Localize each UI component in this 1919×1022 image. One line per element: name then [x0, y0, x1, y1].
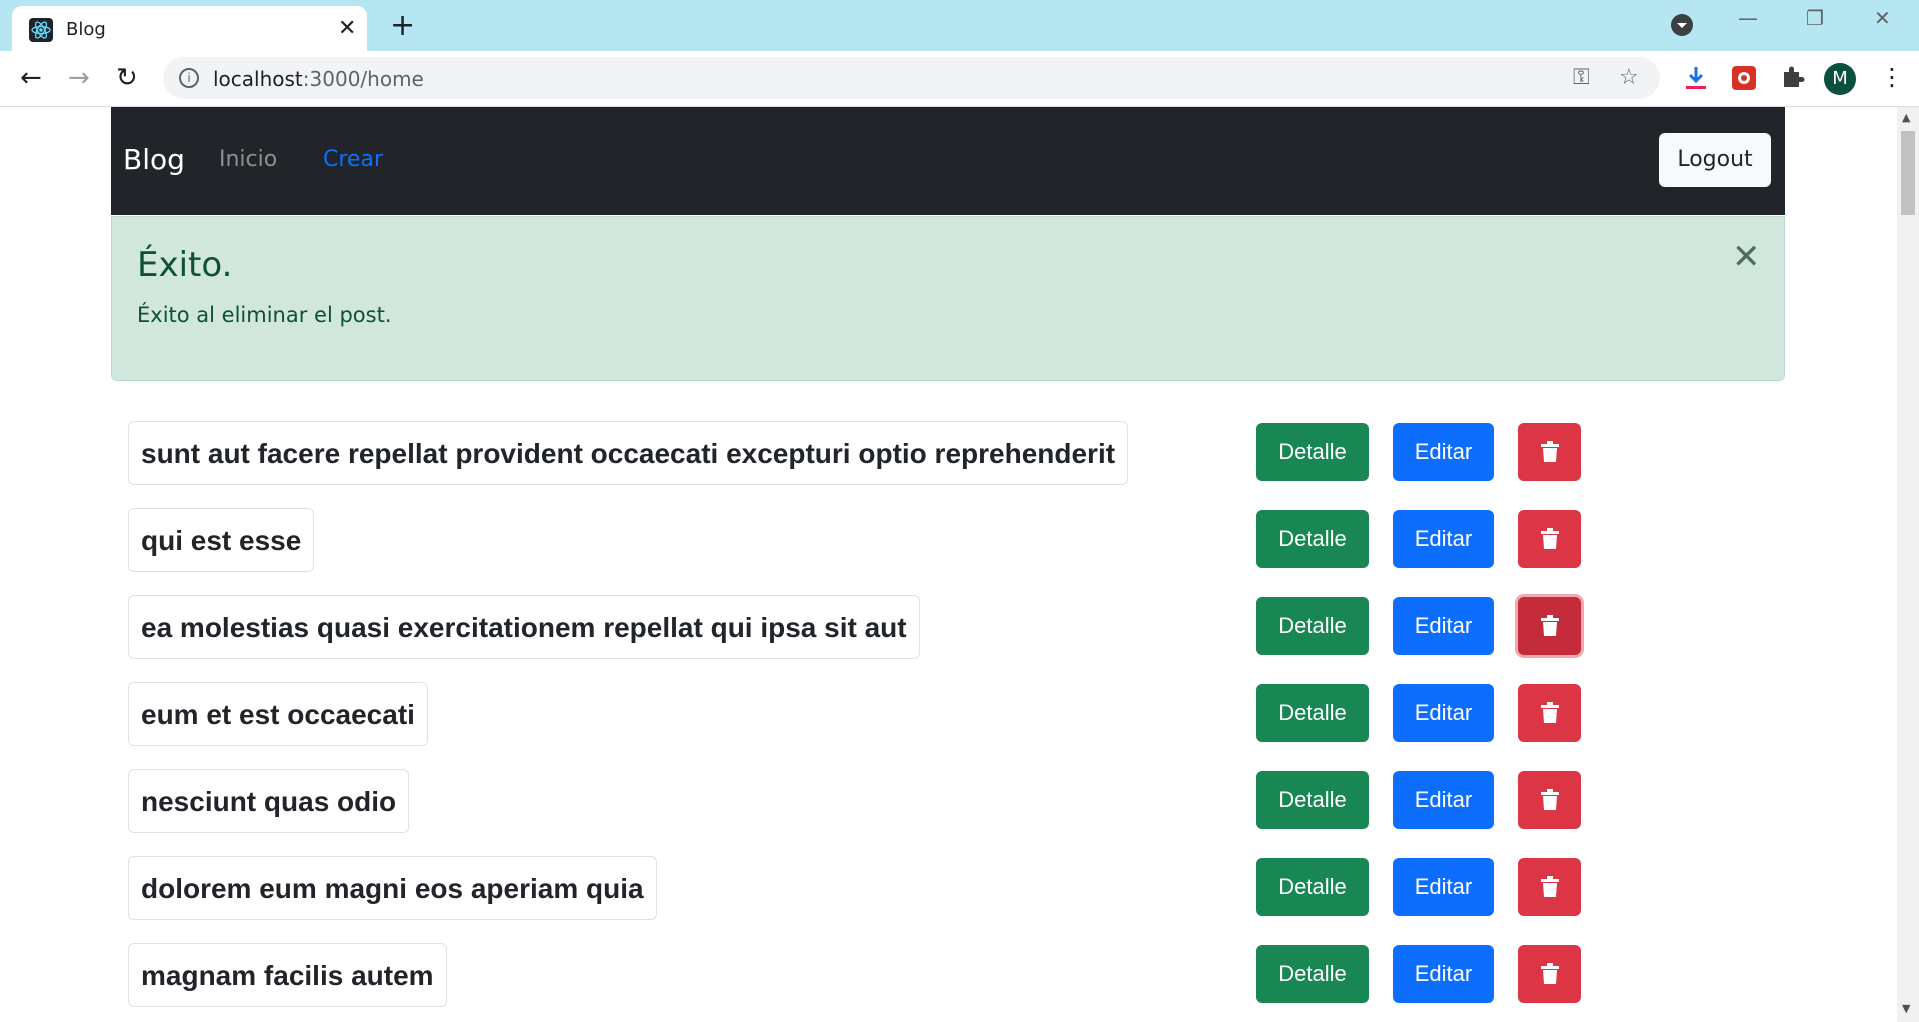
react-favicon-icon — [29, 18, 53, 42]
alert-message: Éxito al eliminar el post. — [137, 303, 392, 327]
edit-button[interactable]: Editar — [1393, 597, 1494, 655]
edit-button[interactable]: Editar — [1393, 858, 1494, 916]
address-bar[interactable]: i localhost:3000/home ⚿ ☆ — [163, 57, 1660, 99]
post-row: ea molestias quasi exercitationem repell… — [0, 595, 1897, 659]
detail-button[interactable]: Detalle — [1256, 597, 1369, 655]
page-viewport: Blog Inicio Crear Logout Éxito. Éxito al… — [0, 107, 1897, 1022]
back-icon[interactable]: ← — [20, 63, 42, 93]
trash-icon — [1541, 615, 1559, 636]
edit-button[interactable]: Editar — [1393, 423, 1494, 481]
edit-button[interactable]: Editar — [1393, 684, 1494, 742]
extensions-puzzle-icon[interactable] — [1778, 64, 1806, 92]
detail-button[interactable]: Detalle — [1256, 858, 1369, 916]
new-tab-button[interactable]: + — [390, 8, 415, 43]
browser-menu-icon[interactable]: ⋮ — [1880, 63, 1904, 91]
detail-button[interactable]: Detalle — [1256, 423, 1369, 481]
window-close-icon[interactable]: ✕ — [1874, 6, 1891, 30]
tab-title: Blog — [66, 19, 106, 40]
restore-icon[interactable]: ❐ — [1806, 6, 1824, 30]
detail-button[interactable]: Detalle — [1256, 684, 1369, 742]
delete-button[interactable] — [1518, 771, 1581, 829]
browser-toolbar: ← → ↻ i localhost:3000/home ⚿ ☆ M ⋮ — [0, 51, 1919, 107]
delete-button[interactable] — [1518, 945, 1581, 1003]
post-row: dolorem eum magni eos aperiam quia Detall… — [0, 856, 1897, 920]
forward-icon[interactable]: → — [68, 63, 90, 93]
post-row: sunt aut facere repellat provident occae… — [0, 421, 1897, 485]
browser-tab[interactable]: Blog ✕ — [12, 6, 367, 51]
post-title: eum et est occaecati — [128, 682, 428, 746]
download-icon[interactable] — [1682, 64, 1710, 92]
detail-button[interactable]: Detalle — [1256, 771, 1369, 829]
logout-button[interactable]: Logout — [1659, 133, 1771, 187]
key-icon[interactable]: ⚿ — [1573, 65, 1590, 90]
edit-button[interactable]: Editar — [1393, 945, 1494, 1003]
trash-icon — [1541, 963, 1559, 984]
site-info-icon[interactable]: i — [179, 68, 199, 88]
navbar-brand[interactable]: Blog — [123, 143, 185, 176]
post-title: sunt aut facere repellat provident occae… — [128, 421, 1129, 485]
nav-link-inicio[interactable]: Inicio — [219, 147, 277, 172]
post-row: nesciunt quas odio Detalle Editar — [0, 769, 1897, 833]
trash-icon — [1541, 441, 1559, 462]
nav-link-crear[interactable]: Crear — [323, 147, 383, 172]
post-title: magnam facilis autem — [128, 943, 447, 1007]
detail-button[interactable]: Detalle — [1256, 945, 1369, 1003]
post-row: magnam facilis autem Detalle Editar — [0, 943, 1897, 1007]
tab-search-icon[interactable] — [1671, 14, 1693, 36]
delete-button[interactable] — [1518, 510, 1581, 568]
post-row: eum et est occaecati Detalle Editar — [0, 682, 1897, 746]
post-title: ea molestias quasi exercitationem repell… — [128, 595, 920, 659]
alert-heading: Éxito. — [137, 245, 233, 285]
detail-button[interactable]: Detalle — [1256, 510, 1369, 568]
close-icon[interactable]: ✕ — [1732, 237, 1761, 277]
navbar: Blog Inicio Crear Logout — [111, 107, 1785, 215]
edit-button[interactable]: Editar — [1393, 510, 1494, 568]
scroll-thumb[interactable] — [1901, 131, 1915, 215]
success-alert: Éxito. Éxito al eliminar el post. ✕ — [111, 216, 1785, 381]
trash-icon — [1541, 702, 1559, 723]
reload-icon[interactable]: ↻ — [116, 63, 138, 93]
scroll-down-icon[interactable]: ▼ — [1902, 1002, 1910, 1015]
minimize-icon[interactable]: — — [1738, 6, 1758, 30]
delete-button[interactable] — [1518, 684, 1581, 742]
delete-button[interactable] — [1518, 597, 1581, 655]
delete-button[interactable] — [1518, 858, 1581, 916]
bookmark-star-icon[interactable]: ☆ — [1619, 65, 1639, 90]
trash-icon — [1541, 528, 1559, 549]
post-title: dolorem eum magni eos aperiam quia — [128, 856, 657, 920]
extension-icon[interactable] — [1730, 64, 1758, 92]
post-title: nesciunt quas odio — [128, 769, 410, 833]
tab-close-icon[interactable]: ✕ — [338, 16, 356, 41]
delete-button[interactable] — [1518, 423, 1581, 481]
profile-avatar[interactable]: M — [1824, 63, 1856, 95]
edit-button[interactable]: Editar — [1393, 771, 1494, 829]
post-row: qui est esse Detalle Editar — [0, 508, 1897, 572]
trash-icon — [1541, 876, 1559, 897]
scroll-up-icon[interactable]: ▲ — [1902, 111, 1910, 124]
trash-icon — [1541, 789, 1559, 810]
browser-tab-strip: Blog ✕ + — ❐ ✕ — [0, 0, 1919, 51]
post-title: qui est esse — [128, 508, 315, 572]
url-text[interactable]: localhost:3000/home — [213, 67, 424, 91]
scrollbar[interactable]: ▲ ▼ — [1897, 107, 1919, 1022]
